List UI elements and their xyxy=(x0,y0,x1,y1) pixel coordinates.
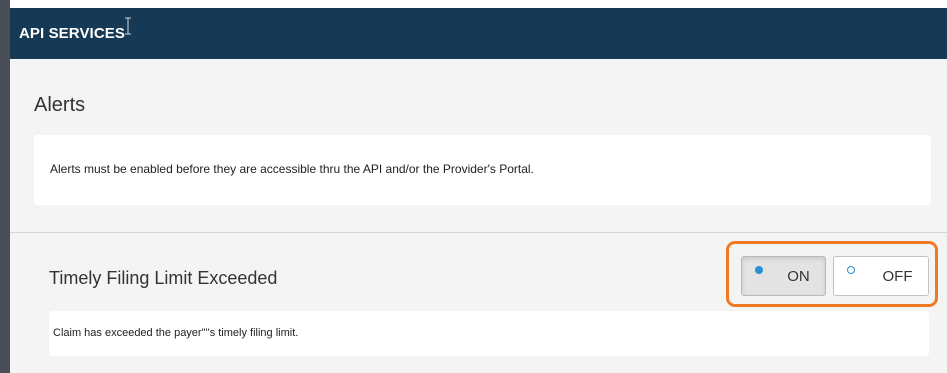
alerts-info-text: Alerts must be enabled before they are a… xyxy=(50,162,534,176)
toggle-off-label: OFF xyxy=(882,267,913,285)
alerts-section-title: Alerts xyxy=(34,94,86,116)
toggle-on-button[interactable]: ON xyxy=(741,256,826,296)
top-strip xyxy=(10,0,947,8)
toggle-off-button[interactable]: OFF xyxy=(833,256,929,296)
page-header: API SERVICES xyxy=(10,8,947,59)
toggle-on-label: ON xyxy=(787,267,810,285)
text-cursor-icon xyxy=(125,17,131,35)
radio-selected-icon xyxy=(755,266,763,274)
header-title: API SERVICES xyxy=(19,25,125,42)
alert-item-title: Timely Filing Limit Exceeded xyxy=(49,268,278,288)
alert-description-text: Claim has exceeded the payer'"'s timely … xyxy=(53,327,299,339)
alerts-info-panel: Alerts must be enabled before they are a… xyxy=(34,135,931,205)
radio-unselected-icon xyxy=(847,266,855,274)
section-divider xyxy=(10,232,947,233)
alert-description-panel: Claim has exceeded the payer'"'s timely … xyxy=(49,311,929,356)
